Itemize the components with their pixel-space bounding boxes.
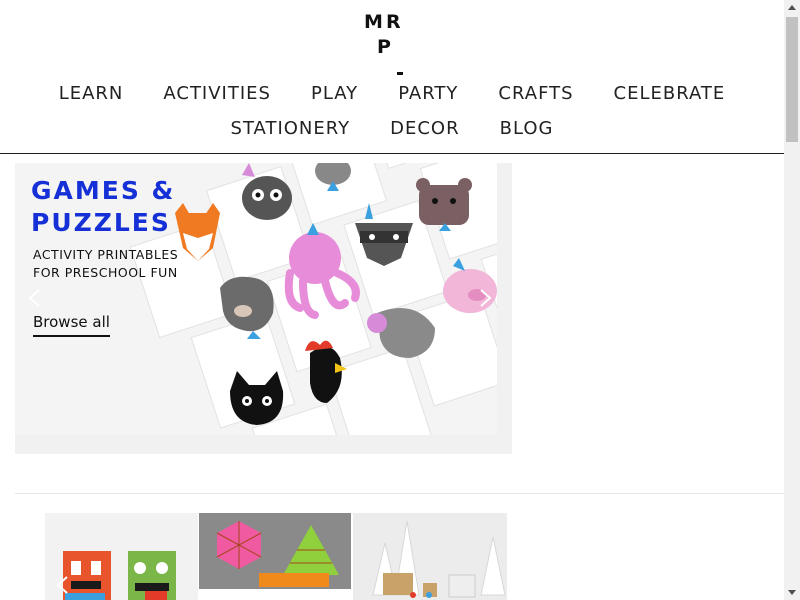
nav-row-2: STATIONERY DECOR BLOG <box>0 111 784 146</box>
nav-item-blog[interactable]: BLOG <box>500 118 554 139</box>
hero-title-line1: GAMES & <box>31 176 176 205</box>
chevron-right-icon[interactable] <box>475 288 495 308</box>
logo-letter-r: R <box>386 11 401 33</box>
dog-face <box>220 276 274 332</box>
scroll-down-arrow-icon[interactable] <box>784 584 800 600</box>
nav-item-decor[interactable]: DECOR <box>390 118 459 139</box>
page: M R P LEARN ACTIVITIES PLAY PARTY CRAFTS… <box>0 0 784 600</box>
thumbs-chevron-left-icon[interactable] <box>53 575 73 595</box>
owl-face <box>242 176 292 220</box>
nav-row-1: LEARN ACTIVITIES PLAY PARTY CRAFTS CELEB… <box>0 76 784 111</box>
hero-slide-image[interactable]: GAMES & PUZZLES ACTIVITY PRINTABLES FOR … <box>15 163 497 435</box>
octopus-face <box>289 232 341 284</box>
nav-item-celebrate[interactable]: CELEBRATE <box>614 83 726 104</box>
scrollbar-thumb[interactable] <box>786 17 798 142</box>
thumbnail-carousel <box>45 513 507 600</box>
logo-letter-p: P <box>377 36 391 58</box>
hero-title-line2: PUZZLES <box>31 208 171 237</box>
main-nav: LEARN ACTIVITIES PLAY PARTY CRAFTS CELEB… <box>0 76 784 146</box>
nav-item-learn[interactable]: LEARN <box>59 83 124 104</box>
nav-item-activities[interactable]: ACTIVITIES <box>163 83 271 104</box>
logo-mark <box>397 72 403 75</box>
logo-letter-m: M <box>364 11 383 33</box>
geoboard-shapes-image <box>199 521 351 600</box>
vertical-scrollbar[interactable] <box>784 0 800 600</box>
browse-all-link[interactable]: Browse all <box>33 313 110 337</box>
nav-item-crafts[interactable]: CRAFTS <box>498 83 573 104</box>
hero-subtitle: ACTIVITY PRINTABLES FOR PRESCHOOL FUN <box>33 246 203 282</box>
site-logo[interactable]: M R P <box>360 6 410 76</box>
scroll-up-arrow-icon[interactable] <box>784 0 800 16</box>
hero-subtitle-line2: FOR PRESCHOOL FUN <box>33 265 178 280</box>
chevron-left-icon[interactable] <box>25 288 45 308</box>
hero-slider: GAMES & PUZZLES ACTIVITY PRINTABLES FOR … <box>15 163 512 454</box>
nav-divider <box>0 153 784 154</box>
section-divider <box>15 493 784 494</box>
nav-item-stationery[interactable]: STATIONERY <box>231 118 351 139</box>
thumbnail-geometry[interactable] <box>199 513 351 600</box>
hero-subtitle-line1: ACTIVITY PRINTABLES <box>33 247 179 262</box>
nav-item-party[interactable]: PARTY <box>398 83 458 104</box>
thumbs-chevron-right-icon[interactable] <box>483 575 503 595</box>
nav-item-play[interactable]: PLAY <box>311 83 358 104</box>
hero-title: GAMES & PUZZLES <box>31 175 201 239</box>
